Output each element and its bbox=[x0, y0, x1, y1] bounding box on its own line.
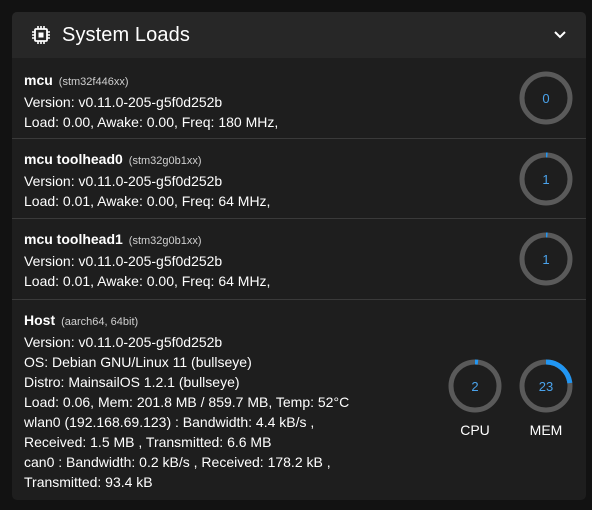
mcu-gauge-value: 1 bbox=[542, 171, 550, 187]
host-arch: (aarch64, 64bit) bbox=[61, 316, 139, 328]
mcu-title: mcu toolhead0 (stm32g0b1xx) bbox=[24, 149, 574, 171]
mcu-name: mcu toolhead0 bbox=[24, 151, 123, 167]
host-version: Version: v0.11.0-205-g5f0d252b bbox=[24, 334, 223, 350]
mcu-load-gauge: 0 bbox=[518, 70, 574, 126]
host-can0: can0 : Bandwidth: 0.2 kB/s , Received: 1… bbox=[24, 454, 331, 470]
mcu-chip: (stm32f446xx) bbox=[58, 76, 129, 88]
mcu-title: mcu (stm32f446xx) bbox=[24, 70, 574, 92]
cpu-gauge: 2 bbox=[447, 358, 503, 414]
mem-label: MEM bbox=[529, 422, 563, 438]
cpu-label: CPU bbox=[460, 422, 490, 438]
panel-header[interactable]: System Loads bbox=[12, 12, 586, 58]
mcu-load-gauge: 1 bbox=[518, 231, 574, 287]
mem-gauge: 23 bbox=[518, 358, 574, 414]
mcu-row-toolhead1: mcu toolhead1 (stm32g0b1xx) Version: v0.1… bbox=[12, 219, 586, 300]
mcu-gauge-value: 0 bbox=[542, 90, 550, 106]
mcu-name: mcu bbox=[24, 72, 53, 88]
mcu-row-mcu: mcu (stm32f446xx) Version: v0.11.0-205-g5… bbox=[12, 58, 586, 139]
mcu-version: Version: v0.11.0-205-g5f0d252b bbox=[24, 253, 223, 269]
chip-icon bbox=[30, 24, 52, 46]
host-title: Host (aarch64, 64bit) bbox=[24, 310, 574, 332]
system-loads-panel: System Loads mcu (stm32f446xx) Version: v… bbox=[12, 12, 586, 500]
mcu-load: Load: 0.01, Awake: 0.00, Freq: 64 MHz, bbox=[24, 273, 271, 289]
panel-title: System Loads bbox=[62, 23, 190, 46]
host-can0-traffic: Transmitted: 93.4 kB bbox=[24, 474, 153, 490]
mcu-row-toolhead0: mcu toolhead0 (stm32g0b1xx) Version: v0.1… bbox=[12, 139, 586, 219]
mcu-version: Version: v0.11.0-205-g5f0d252b bbox=[24, 94, 223, 110]
host-row: Host (aarch64, 64bit) Version: v0.11.0-20… bbox=[12, 300, 586, 500]
mcu-gauge-value: 1 bbox=[542, 251, 550, 267]
mcu-load: Load: 0.00, Awake: 0.00, Freq: 180 MHz, bbox=[24, 114, 279, 130]
mcu-load-gauge: 1 bbox=[518, 151, 574, 207]
mem-gauge-value: 23 bbox=[538, 378, 554, 394]
mcu-name: mcu toolhead1 bbox=[24, 231, 123, 247]
mcu-chip: (stm32g0b1xx) bbox=[128, 235, 202, 247]
mcu-title: mcu toolhead1 (stm32g0b1xx) bbox=[24, 229, 574, 251]
cpu-gauge-value: 2 bbox=[471, 378, 479, 394]
chevron-down-icon[interactable] bbox=[548, 23, 572, 47]
mcu-load: Load: 0.01, Awake: 0.00, Freq: 64 MHz, bbox=[24, 193, 271, 209]
host-name: Host bbox=[24, 312, 56, 328]
mcu-version: Version: v0.11.0-205-g5f0d252b bbox=[24, 173, 223, 189]
mcu-chip: (stm32g0b1xx) bbox=[128, 155, 202, 167]
